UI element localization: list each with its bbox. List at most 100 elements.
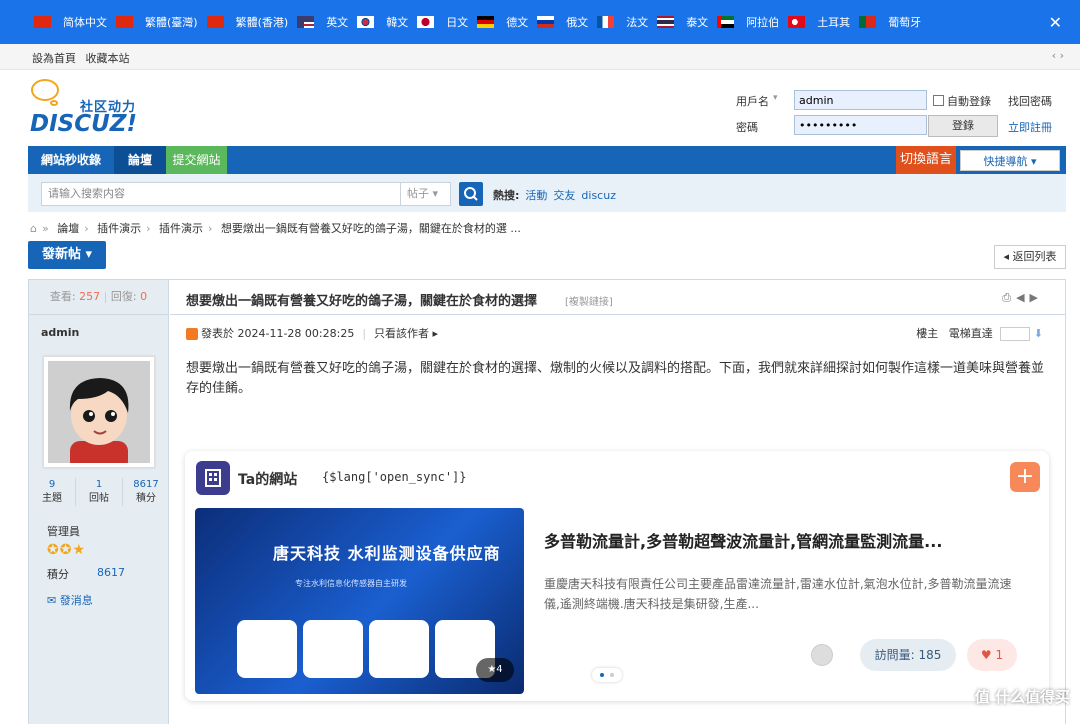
forgot-password-link[interactable]: 找回密碼 — [1008, 93, 1052, 109]
language-option[interactable]: 简体中文 — [34, 14, 107, 30]
site-banner-image[interactable]: 唐天科技 水利监测设备供应商 专注水利信息化传感器自主研发 ★4 — [195, 508, 524, 694]
language-option[interactable]: 英文 — [297, 14, 348, 30]
print-icon[interactable]: ⎙ — [1002, 291, 1016, 304]
login-button[interactable]: 登錄 — [928, 115, 998, 137]
site-title-link[interactable]: 多普勒流量計,多普勒超聲波流量計,管網流量監測流量... — [544, 528, 1024, 552]
language-option[interactable]: 韓文 — [357, 14, 408, 30]
flag-icon — [537, 16, 555, 28]
copy-link-button[interactable]: [複製鏈接] — [565, 293, 613, 308]
add-button[interactable]: + — [1010, 462, 1040, 492]
language-label: 简体中文 — [63, 16, 107, 29]
next-thread-icon[interactable]: ▶ — [1030, 291, 1043, 304]
banner-title: 唐天科技 水利监测设备供应商 — [273, 544, 501, 563]
like-button[interactable]: ♥ 1 — [967, 639, 1017, 671]
logo[interactable]: DISCUZ! — [30, 111, 137, 137]
send-message-link[interactable]: ✉ 發消息 — [47, 592, 93, 608]
language-option[interactable]: 泰文 — [657, 14, 708, 30]
search-type-select[interactable]: 帖子 ▾ — [401, 182, 451, 206]
username-input[interactable] — [794, 90, 927, 110]
breadcrumb-item[interactable]: 插件演示 — [97, 222, 141, 235]
user-group[interactable]: 管理員 — [47, 523, 80, 539]
password-input[interactable] — [794, 115, 927, 135]
post-main: 想要燉出一鍋既有營養又好吃的鴿子湯，關鍵在於食材的選擇 [複製鏈接] ⎙◀▶ 發… — [170, 280, 1065, 724]
avatar[interactable] — [811, 644, 833, 666]
home-icon[interactable]: ⌂ — [30, 222, 37, 235]
site-description: 重慶唐天科技有限責任公司主要產品雷達流量計,雷達水位計,氣泡水位計,多普勒流量流… — [544, 577, 1012, 611]
avatar[interactable] — [43, 356, 155, 468]
language-option[interactable]: 葡萄牙 — [859, 14, 921, 30]
author-name[interactable]: admin — [29, 315, 168, 339]
views-label: 查看: — [49, 290, 76, 303]
flag-icon — [597, 16, 615, 28]
author-stat-threads[interactable]: 9 主題 — [29, 478, 76, 506]
hot-search: 熱搜: 活動 交友 discuz — [493, 187, 616, 203]
product-tile — [369, 620, 429, 678]
jump-floor-input[interactable] — [1000, 327, 1031, 341]
carousel-dots[interactable] — [592, 668, 622, 682]
language-option[interactable]: 繁體(香港) — [206, 14, 289, 30]
favorite-link[interactable]: 收藏本站 — [86, 52, 130, 65]
top-utility-bar: 設為首頁 收藏本站 ‹ › — [0, 44, 1080, 70]
nav-item-forum[interactable]: 論壇 — [114, 146, 166, 174]
language-option[interactable]: 法文 — [597, 14, 648, 30]
language-label: 俄文 — [566, 16, 589, 29]
login-form: 用戶名 ▾ 自動登錄 找回密碼 密碼 登錄 立即註冊 — [736, 90, 1066, 137]
register-link[interactable]: 立即註冊 — [1008, 119, 1052, 135]
auto-login-checkbox[interactable] — [933, 95, 944, 106]
site-card: Ta的網站 {$lang['open_sync']} + 唐天科技 水利监测设备… — [185, 451, 1049, 701]
breadcrumb-item[interactable]: 想要燉出一鍋既有營養又好吃的鴿子湯，關鍵在於食材的選 ... — [221, 222, 521, 235]
chevron-down-icon[interactable]: ▾ — [773, 93, 778, 103]
watermark: 值 什么值得买 — [974, 688, 1070, 706]
post-meta: 發表於 2024-11-28 00:28:25 | 只看該作者 ▸ — [186, 325, 438, 341]
rank-stars-icon: ✪✪★ — [47, 542, 87, 558]
floor-info: 樓主 電梯直達 ⬇ — [916, 325, 1043, 341]
flag-icon — [477, 16, 495, 28]
language-option[interactable]: 土耳其 — [788, 14, 850, 30]
flag-icon — [788, 16, 806, 28]
language-option[interactable]: 繁體(臺灣) — [116, 14, 198, 30]
switch-language-button[interactable]: 切換語言 — [896, 146, 956, 174]
hot-keyword[interactable]: 活動 — [525, 189, 547, 202]
product-tile — [303, 620, 363, 678]
author-credits: 積分 8617 — [47, 566, 125, 581]
prev-thread-icon[interactable]: ◀ — [1016, 291, 1029, 304]
author-stat-credits[interactable]: 8617 積分 — [123, 478, 169, 506]
width-toggle-icon[interactable]: ‹ › — [1052, 49, 1064, 62]
search-input[interactable]: 请输入搜索内容 — [41, 182, 401, 206]
search-icon — [464, 187, 478, 201]
replies-count: 0 — [140, 290, 148, 303]
language-option[interactable]: 阿拉伯 — [717, 14, 779, 30]
author-stat-posts[interactable]: 1 回帖 — [76, 478, 123, 506]
visits-badge: 訪問量: 185 — [860, 639, 956, 671]
author-only-link[interactable]: 只看該作者 ▸ — [374, 327, 438, 340]
back-to-list-button[interactable]: ◂ 返回列表 — [994, 245, 1066, 269]
author-stats: 9 主題 1 回帖 8617 積分 — [29, 478, 169, 506]
nav-item-site-index[interactable]: 網站秒收錄 — [28, 146, 114, 174]
nav-item-submit-site[interactable]: 提交網站 — [166, 146, 227, 174]
jump-arrow-icon[interactable]: ⬇ — [1034, 327, 1043, 340]
language-option[interactable]: 日文 — [417, 14, 468, 30]
language-option[interactable]: 俄文 — [537, 14, 588, 30]
floor-label: 樓主 — [916, 327, 939, 340]
search-bar: 请输入搜索内容 帖子 ▾ 熱搜: 活動 交友 discuz — [28, 174, 1066, 212]
flag-icon — [417, 16, 435, 28]
language-option[interactable]: 德文 — [477, 14, 528, 30]
language-label: 繁體(香港) — [235, 16, 289, 29]
quick-nav-dropdown[interactable]: 快捷導航 ▾ — [960, 150, 1060, 171]
flag-icon — [116, 16, 133, 28]
hot-keyword[interactable]: discuz — [581, 189, 616, 202]
logo-bubble-small-icon — [50, 100, 58, 106]
new-post-button[interactable]: 發新帖 ▾ — [28, 241, 106, 269]
breadcrumb-item[interactable]: 論壇 — [57, 222, 79, 235]
views-count: 257 — [79, 290, 101, 303]
hot-search-label: 熱搜: — [493, 189, 520, 202]
close-icon[interactable]: ✕ — [1049, 13, 1062, 32]
search-button[interactable] — [459, 182, 483, 206]
breadcrumb-item[interactable]: 插件演示 — [159, 222, 203, 235]
thread-title: 想要燉出一鍋既有營養又好吃的鴿子湯，關鍵在於食材的選擇 — [186, 294, 538, 309]
building-icon — [196, 461, 230, 495]
language-label: 韓文 — [386, 16, 409, 29]
auto-login-label: 自動登錄 — [947, 95, 991, 108]
hot-keyword[interactable]: 交友 — [553, 189, 575, 202]
set-home-link[interactable]: 設為首頁 — [32, 52, 76, 65]
